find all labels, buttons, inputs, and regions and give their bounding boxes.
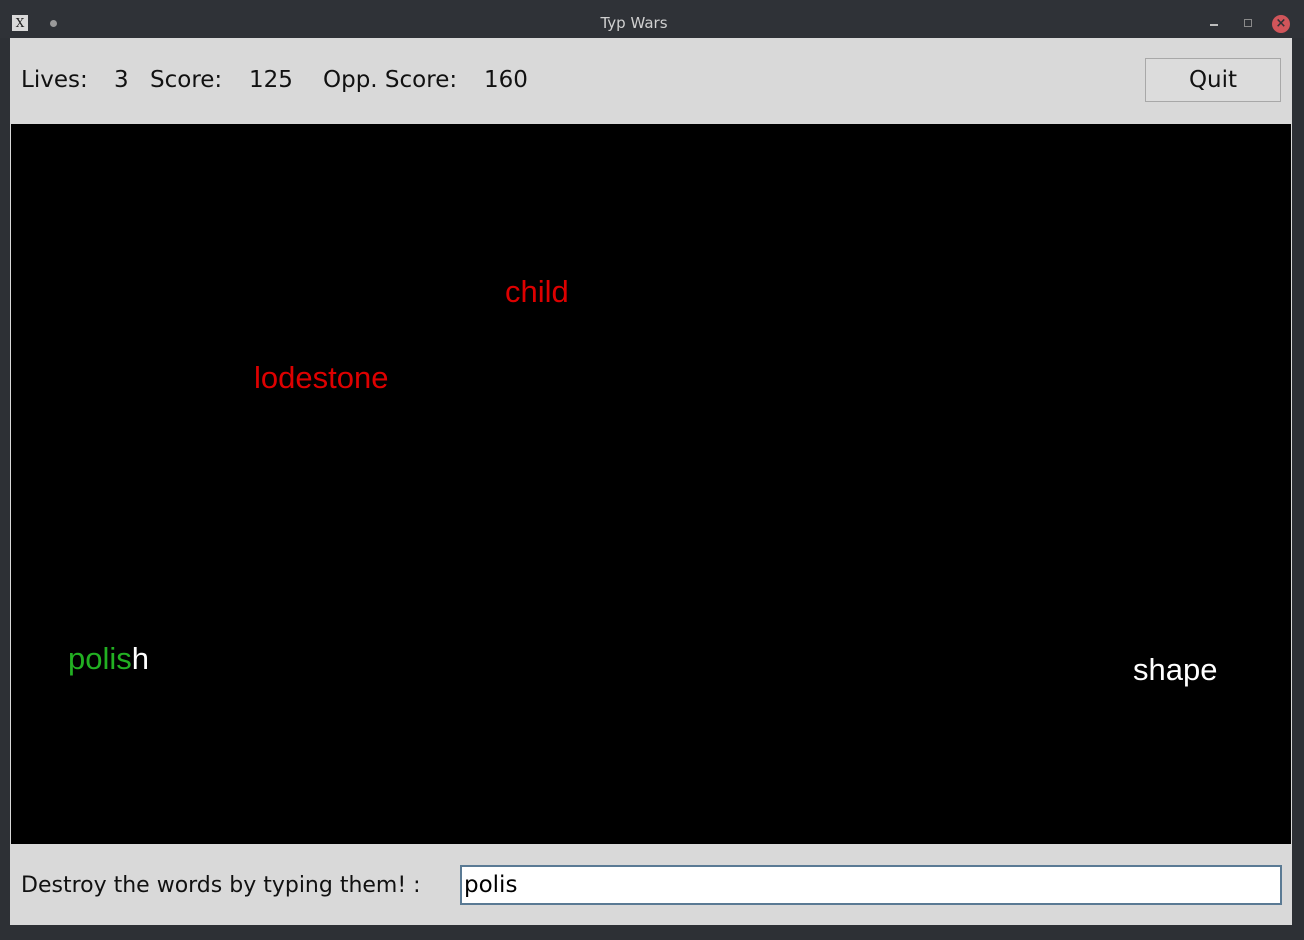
opp-score-value: 160 — [484, 67, 528, 93]
input-bar: Destroy the words by typing them! : — [10, 844, 1292, 925]
title-bar[interactable]: X Typ Wars × — [0, 0, 1304, 38]
word-child: child — [505, 274, 569, 309]
quit-button[interactable]: Quit — [1145, 58, 1281, 102]
word-polish-remaining: h — [131, 641, 150, 676]
score-value: 125 — [249, 67, 293, 93]
window-title: Typ Wars — [600, 14, 668, 32]
typing-input[interactable] — [460, 865, 1282, 905]
app-window: X Typ Wars × Lives: 3 Score: 125 Opp. Sc… — [0, 0, 1304, 940]
game-canvas: child lodestone polish shape — [11, 124, 1291, 844]
word-polish: polish — [68, 641, 149, 677]
maximize-icon[interactable] — [1240, 15, 1258, 33]
opp-score-label: Opp. Score: — [323, 67, 458, 93]
input-prompt: Destroy the words by typing them! : — [21, 873, 421, 898]
status-bar: Lives: 3 Score: 125 Opp. Score: 160 Quit — [10, 38, 1292, 124]
lives-value: 3 — [114, 67, 129, 93]
game-panel: Lives: 3 Score: 125 Opp. Score: 160 Quit… — [10, 38, 1292, 925]
word-lodestone: lodestone — [254, 360, 389, 395]
minimize-icon[interactable] — [1206, 15, 1224, 33]
word-shape: shape — [1133, 652, 1218, 687]
lives-label: Lives: — [21, 67, 88, 93]
score-label: Score: — [150, 67, 223, 93]
word-polish-typed: polis — [68, 641, 132, 676]
close-icon[interactable]: × — [1272, 15, 1290, 33]
